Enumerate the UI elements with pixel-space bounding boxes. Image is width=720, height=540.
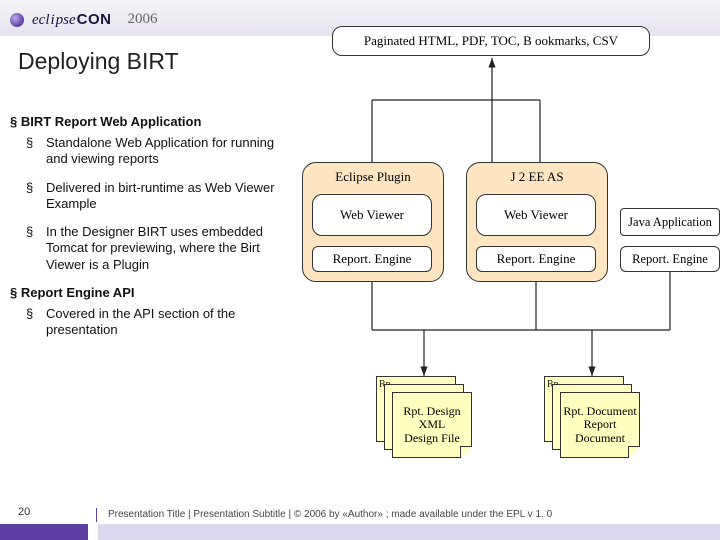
output-formats-box: Paginated HTML, PDF, TOC, B ookmarks, CS…: [332, 26, 650, 56]
output-formats-label: Paginated HTML, PDF, TOC, B ookmarks, CS…: [364, 33, 618, 49]
logo: ecl i pse CON: [32, 11, 112, 29]
java-application-box: Java Application: [620, 208, 720, 236]
report-engine-label: Report. Engine: [333, 251, 412, 267]
report-engine-box-b: Report. Engine: [476, 246, 596, 272]
web-viewer-box-b: Web Viewer: [476, 194, 596, 236]
j2ee-label: J 2 EE AS: [467, 169, 607, 185]
web-viewer-label: Web Viewer: [340, 207, 404, 223]
header-year: 2006: [128, 11, 158, 28]
rpt-design-file-stack: Rp Rpt. Design XML Design File: [376, 376, 472, 460]
bullet-item: In the Designer BIRT uses embedded Tomca…: [36, 224, 294, 273]
eclipse-plugin-label: Eclipse Plugin: [303, 169, 443, 185]
logo-text-con: CON: [77, 11, 112, 28]
section-heading-2: Report Engine API: [10, 285, 294, 300]
page-number: 20: [18, 506, 30, 518]
report-engine-label: Report. Engine: [497, 251, 576, 267]
report-engine-box-c: Report. Engine: [620, 246, 720, 272]
report-engine-label: Report. Engine: [632, 252, 708, 267]
rpt-design-file-label: Rpt. Design XML Design File: [403, 405, 460, 445]
footer-separator: [96, 508, 97, 522]
bullet-list-1: Standalone Web Application for running a…: [36, 135, 294, 273]
bullet-list-2: Covered in the API section of the presen…: [36, 306, 294, 339]
bullet-item: Covered in the API section of the presen…: [36, 306, 294, 339]
logo-text-pse: pse: [56, 12, 76, 29]
section-heading-1: BIRT Report Web Application: [10, 114, 294, 129]
rpt-document-file-stack: Rp Rpt. Document Report Document: [544, 376, 640, 460]
bullet-item: Delivered in birt-runtime as Web Viewer …: [36, 180, 294, 213]
bullet-item: Standalone Web Application for running a…: [36, 135, 294, 168]
slide-title: Deploying BIRT: [18, 48, 179, 75]
footer-text: Presentation Title | Presentation Subtit…: [108, 509, 552, 520]
web-viewer-box-a: Web Viewer: [312, 194, 432, 236]
web-viewer-label: Web Viewer: [504, 207, 568, 223]
logo-text-i: i: [50, 12, 54, 29]
logo-orb-icon: [10, 13, 24, 27]
report-engine-box-a: Report. Engine: [312, 246, 432, 272]
java-application-label: Java Application: [628, 215, 712, 230]
logo-text-ecl: ecl: [32, 12, 49, 29]
footer-bar: [0, 524, 720, 540]
bullet-column: BIRT Report Web Application Standalone W…: [10, 110, 300, 350]
rpt-document-file-label: Rpt. Document Report Document: [563, 405, 636, 445]
